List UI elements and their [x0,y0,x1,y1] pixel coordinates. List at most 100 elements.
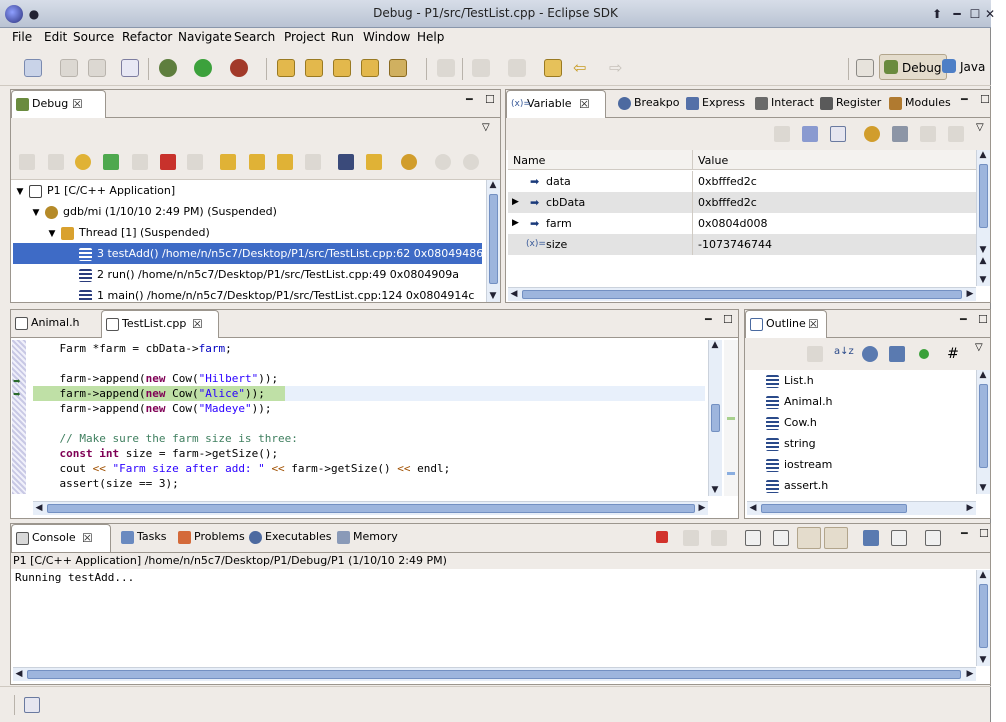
clear-console-icon[interactable] [745,530,761,546]
terminate-icon[interactable] [160,154,176,170]
tree-row[interactable]: 2 run() /home/n/n5c7/Desktop/P1/src/Test… [79,264,486,285]
open-folder-icon[interactable] [277,59,295,77]
console-hscrollbar[interactable]: ◀ ▶ [13,667,976,681]
maximize-view-icon[interactable]: ☐ [979,527,989,540]
scroll-left-icon[interactable]: ◀ [747,503,759,513]
minimize-icon[interactable]: ━ [949,6,965,22]
scroll-left-icon[interactable]: ◀ [508,289,520,299]
run-icon[interactable] [194,59,212,77]
step-over-icon[interactable] [249,154,265,170]
menu-project[interactable]: Project [284,30,325,44]
use-step-filters-icon[interactable] [366,154,382,170]
debug-bug-icon[interactable] [159,59,177,77]
scroll-down-icon[interactable]: ▼ [709,485,721,495]
outline-item[interactable]: iostream [766,454,832,475]
scroll-down-icon[interactable]: ▼ [977,483,989,493]
scroll-lock-icon[interactable] [773,530,789,546]
debug-tree-scrollbar[interactable]: ▲ ▼ [486,180,500,302]
menu-run[interactable]: Run [331,30,354,44]
minimize-view-icon[interactable]: ━ [961,93,968,106]
scroll-left-icon[interactable]: ◀ [13,669,25,679]
resume-icon[interactable] [103,154,119,170]
tab-interactions[interactable]: Interact [751,90,814,118]
pin-console-icon[interactable] [863,530,879,546]
tab-registers[interactable]: Register [816,90,881,118]
scroll-down-icon[interactable]: ▼ [977,655,989,665]
column-name[interactable]: Name [513,154,545,167]
scroll-right-icon[interactable]: ▶ [964,289,976,299]
tab-problems[interactable]: Problems [174,524,245,552]
scroll-up-icon[interactable]: ▲ [487,180,499,190]
maximize-icon[interactable]: ☐ [967,6,983,22]
show-logical-structure-icon[interactable] [802,126,818,142]
scroll-right-icon[interactable]: ▶ [964,669,976,679]
restart-icon[interactable] [75,154,91,170]
hide-non-public-icon[interactable] [919,349,929,359]
scroll-thumb[interactable] [47,504,695,513]
tab-expressions[interactable]: Express [682,90,745,118]
collapse-arrow-icon[interactable]: ▼ [11,182,29,203]
minimize-editor-icon[interactable]: ━ [705,313,712,326]
outline-item[interactable]: Cow.h [766,412,817,433]
new-wizard-icon[interactable] [24,59,42,77]
tab-testlist-cpp[interactable]: TestList.cpp ☒ [101,310,219,338]
collapse-arrow-icon[interactable]: ▼ [27,203,45,224]
outline-item[interactable]: List.h [766,370,814,391]
view-menu-icon[interactable]: ▽ [482,122,490,133]
open-resource-icon[interactable] [361,59,379,77]
menu-file[interactable]: File [12,30,32,44]
tab-debug[interactable]: Debug ☒ [11,90,106,118]
code-text[interactable]: Farm *farm = cbData->farm; farm->append(… [33,341,705,493]
perspective-java[interactable]: Java [938,54,991,80]
scroll-left-icon[interactable]: ◀ [33,503,45,513]
scroll-thumb[interactable] [761,504,907,513]
menu-help[interactable]: Help [417,30,444,44]
variable-row[interactable]: ➡ data 0xbfffed2c [508,171,976,192]
maximize-editor-icon[interactable]: ☐ [723,313,733,326]
refresh-icon[interactable] [864,126,880,142]
scroll-up-icon[interactable]: ▲ [977,150,989,160]
close-tab-icon[interactable]: ☒ [579,91,590,117]
show-on-stderr-icon[interactable] [824,527,848,549]
scroll-thumb[interactable] [979,164,988,228]
scroll-down-icon[interactable]: ▼ [977,275,989,285]
tab-animal-h[interactable]: Animal.h [11,310,99,338]
sort-icon[interactable]: a↓z [834,346,854,362]
menu-search[interactable]: Search [234,30,275,44]
tree-row-selected[interactable]: 3 testAdd() /home/n/n5c7/Desktop/P1/src/… [13,243,483,264]
open-perspective-icon[interactable] [856,59,874,77]
outline-hscrollbar[interactable]: ◀ ▶ [747,501,976,515]
terminate-icon[interactable] [656,531,668,543]
step-return-icon[interactable] [277,154,293,170]
collapse-all-icon[interactable] [830,126,846,142]
maximize-view-icon[interactable]: ☐ [485,93,495,106]
keep-above-icon[interactable]: ⬆ [929,6,945,22]
overview-ruler[interactable] [724,340,738,496]
outline-item[interactable]: string [766,433,816,454]
step-into-icon[interactable] [220,154,236,170]
search-tool-icon[interactable] [389,59,407,77]
scroll-right-icon[interactable]: ▶ [696,503,708,513]
expand-arrow-icon[interactable]: ▶ [512,192,519,213]
console-output[interactable]: Running testAdd... [13,570,973,665]
hide-fields-icon[interactable] [862,346,878,362]
menu-refactor[interactable]: Refactor [122,30,172,44]
binary-icon[interactable] [121,59,139,77]
tab-memory[interactable]: Memory [333,524,398,552]
scroll-thumb[interactable] [711,404,720,432]
tab-tasks[interactable]: Tasks [117,524,166,552]
close-tab-icon[interactable]: ☒ [82,525,93,551]
scroll-thumb[interactable] [522,290,962,299]
menu-navigate[interactable]: Navigate [178,30,232,44]
tree-row[interactable]: ▼ gdb/mi (1/10/10 2:49 PM) (Suspended) [27,201,486,222]
scroll-right-icon[interactable]: ▶ [964,503,976,513]
maximize-view-icon[interactable]: ☐ [978,313,990,326]
display-console-icon[interactable] [891,530,907,546]
tab-variables[interactable]: (x)= Variable ☒ [506,90,606,118]
console-vscrollbar[interactable]: ▲ ▼ [976,570,990,666]
expand-arrow-icon[interactable]: ▶ [512,213,519,234]
tab-breakpoints[interactable]: Breakpo [614,90,679,118]
variable-row[interactable]: ▶ ➡ cbData 0xbfffed2c [508,192,976,213]
scroll-up-icon[interactable]: ▲ [709,340,721,350]
variables-vscrollbar[interactable]: ▲ ▼ [976,150,990,256]
